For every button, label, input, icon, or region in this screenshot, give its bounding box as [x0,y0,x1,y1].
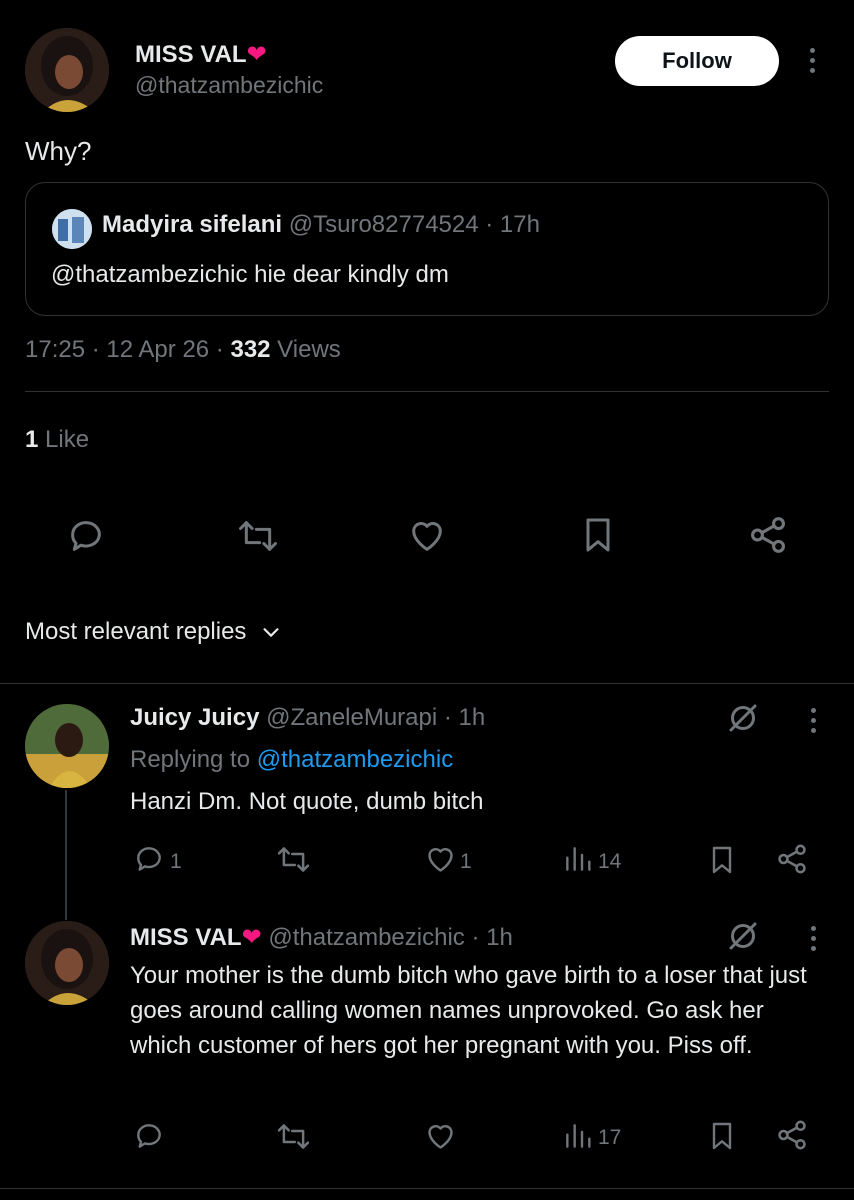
divider [0,1188,854,1189]
like-icon[interactable] [423,1120,458,1153]
quote-text: @thatzambezichic hie dear kindly dm [51,261,449,288]
reply-icon[interactable] [132,1120,166,1152]
share-icon[interactable] [747,514,789,556]
reply-author-name[interactable]: Juicy Juicy [130,704,259,731]
share-icon[interactable] [775,842,809,876]
retweet-icon[interactable] [236,516,280,556]
replies-sort-label: Most relevant replies [25,618,247,645]
tweet-timestamp[interactable]: 17:25 · 12 Apr 26 · [25,336,230,363]
replying-to-prefix: Replying to [130,746,257,773]
likes-stat[interactable]: 1 Like [25,426,89,454]
view-count: 17 [598,1126,622,1149]
tweet-text: Why? [25,136,92,166]
reply-text: Hanzi Dm. Not quote, dumb bitch [130,788,484,815]
quote-author-name: Madyira sifelani [102,211,283,238]
reply-text: Your mother is the dumb bitch who gave b… [130,962,807,1059]
thread-line [65,790,67,920]
bookmark-icon[interactable] [578,514,618,556]
bookmark-icon[interactable] [706,1119,738,1153]
reply-time[interactable]: · 1h [471,924,512,951]
grok-icon[interactable] [724,918,762,954]
views-count: 332 [230,336,271,363]
divider [25,391,829,392]
author-name-row[interactable]: MISS VAL❤ [135,40,267,69]
retweet-icon[interactable] [275,843,312,876]
divider [0,683,854,684]
quoted-tweet[interactable]: Madyira sifelani @Tsuro82774524 · 17h @t… [25,182,829,316]
tweet-meta: 17:25 · 12 Apr 26 · 332 Views [25,336,341,364]
heart-emoji: ❤ [241,924,262,951]
replying-to: Replying to @thatzambezichic [130,746,453,774]
view-count: 14 [598,850,622,873]
likes-label: Like [38,426,90,453]
like-icon[interactable] [423,843,458,876]
bookmark-icon[interactable] [706,843,738,877]
retweet-icon[interactable] [275,1120,312,1153]
reply-icon[interactable] [66,516,106,556]
author-avatar[interactable] [25,28,109,112]
reply-count: 1 [170,850,182,873]
more-icon[interactable] [805,48,819,73]
more-icon[interactable] [806,708,820,733]
views-icon[interactable] [562,843,594,875]
grok-icon[interactable] [724,700,762,736]
replies-sort-dropdown[interactable]: Most relevant replies [25,618,282,646]
likes-count: 1 [25,426,39,453]
reply-icon[interactable] [132,843,166,875]
replying-to-handle[interactable]: @thatzambezichic [257,746,453,773]
views-label: Views [270,336,341,363]
author-name[interactable]: MISS VAL [135,41,247,68]
like-icon[interactable] [406,516,448,556]
quote-time: · 17h [485,211,540,238]
like-count: 1 [460,850,472,873]
reply-time[interactable]: · 1h [444,704,485,731]
author-handle[interactable]: @thatzambezichic [135,72,323,99]
follow-button[interactable]: Follow [615,36,779,86]
reply-author-handle[interactable]: @thatzambezichic [268,924,464,951]
share-icon[interactable] [775,1118,809,1152]
reply-author-avatar[interactable] [25,921,109,1005]
views-icon[interactable] [562,1120,594,1152]
more-icon[interactable] [806,926,820,951]
reply-author-avatar[interactable] [25,704,109,788]
chevron-down-icon [260,621,282,643]
quote-author-handle: @Tsuro82774524 [288,211,479,238]
quote-author-avatar [52,209,92,249]
reply-author-name[interactable]: MISS VAL [130,924,242,951]
reply-author-handle[interactable]: @ZaneleMurapi [266,704,437,731]
heart-emoji: ❤ [246,41,267,68]
